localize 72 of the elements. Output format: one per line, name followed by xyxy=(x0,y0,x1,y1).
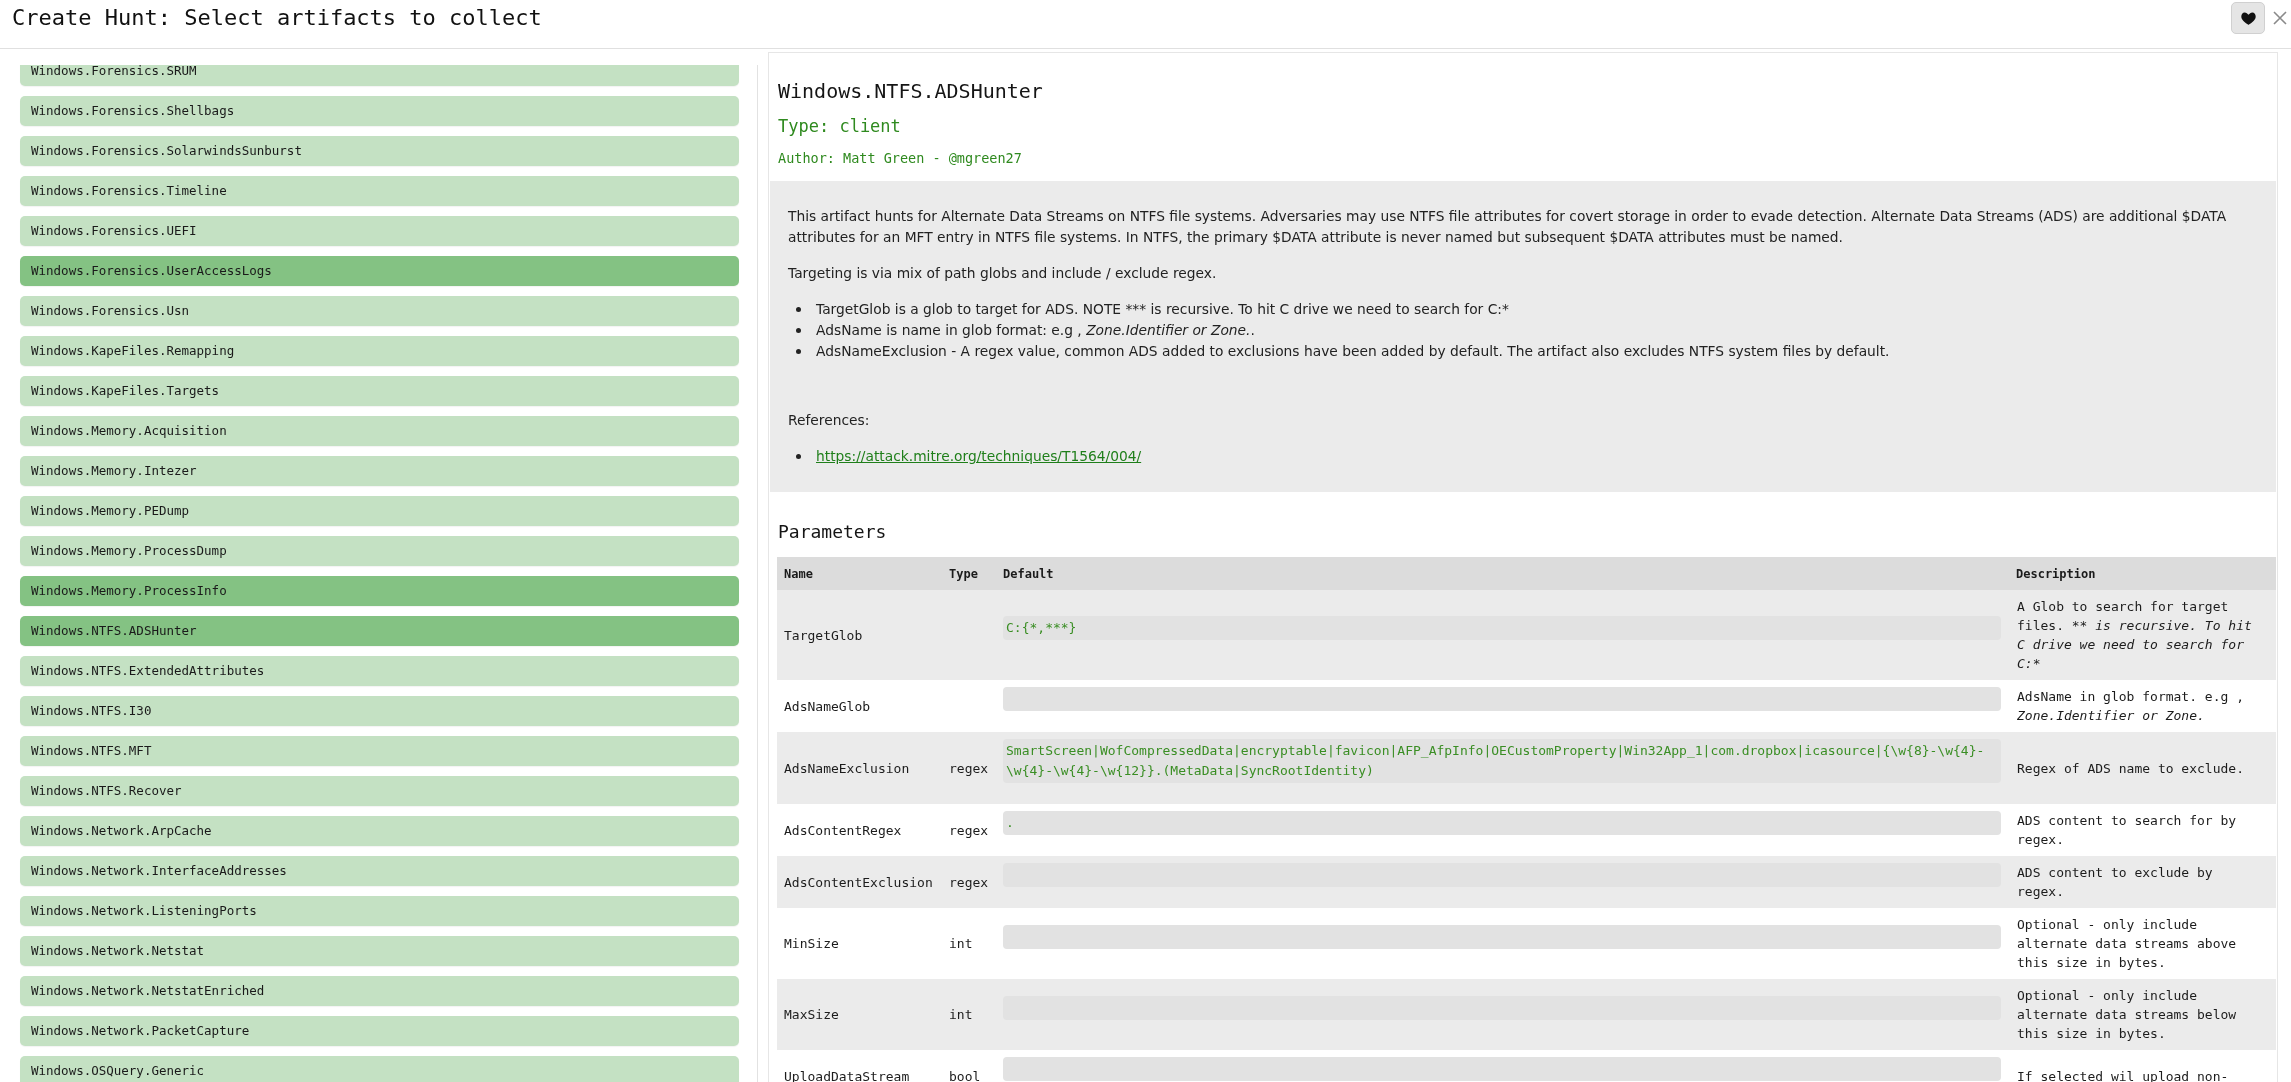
heart-icon xyxy=(2240,11,2256,25)
default-value-field[interactable] xyxy=(1003,924,2001,949)
artifact-list-item[interactable]: Windows.KapeFiles.Remapping xyxy=(20,336,739,366)
artifact-list-item[interactable]: Windows.Network.ListeningPorts xyxy=(20,896,739,926)
artifact-list-item[interactable]: Windows.NTFS.MFT xyxy=(20,736,739,766)
artifact-list-item[interactable]: Windows.Network.PacketCapture xyxy=(20,1016,739,1046)
artifact-list-item[interactable]: Windows.KapeFiles.Targets xyxy=(20,376,739,406)
artifact-list-item[interactable]: Windows.Memory.Intezer xyxy=(20,456,739,486)
parameter-description: ADS content to search for by regex. xyxy=(2016,812,2238,849)
parameter-description: Regex of ADS name to exclude. xyxy=(2016,759,2245,778)
parameter-description: ADS content to exclude by regex. xyxy=(2016,864,2214,901)
artifact-list-item[interactable]: Windows.Forensics.SRUM xyxy=(20,65,739,86)
parameter-name: MaxSize xyxy=(783,1006,840,1024)
parameter-type: bool xyxy=(948,1067,982,1082)
parameter-name: TargetGlob xyxy=(783,626,864,645)
artifact-list-item[interactable]: Windows.Forensics.Shellbags xyxy=(20,96,739,126)
reference-link[interactable]: https://attack.mitre.org/techniques/T1564/004/ xyxy=(816,446,1142,467)
artifact-author: Author: Matt Green - @mgreen27 xyxy=(778,149,1023,167)
bullet-icon xyxy=(796,349,801,354)
parameter-name: AdsNameGlob xyxy=(783,697,872,716)
bullet-text: TargetGlob is a glob to target for ADS. NOTE *** is recursive. To hit C drive we need to search for C:* xyxy=(816,300,1509,319)
artifact-list-item[interactable]: Windows.NTFS.ADSHunter xyxy=(20,616,739,646)
description-paragraph: Targeting is via mix of path globs and include / exclude regex. xyxy=(788,264,1218,283)
parameter-name: AdsContentExclusion xyxy=(783,873,934,892)
parameter-name: AdsNameExclusion xyxy=(783,759,911,778)
parameter-type: regex xyxy=(948,821,990,840)
bullet-icon xyxy=(796,328,801,333)
artifact-list-item[interactable]: Windows.Forensics.UEFI xyxy=(20,216,739,246)
artifact-list-item[interactable]: Windows.NTFS.ExtendedAttributes xyxy=(20,656,739,686)
bullet-text: AdsName is name in glob format: e.g , Zone.Identifier or Zone.. xyxy=(816,321,1255,340)
column-header: Default xyxy=(1002,566,1055,581)
artifact-list-item[interactable]: Windows.Memory.ProcessDump xyxy=(20,536,739,566)
page-title: Create Hunt: Select artifacts to collect xyxy=(12,4,542,32)
heart-button[interactable] xyxy=(2231,2,2265,34)
parameter-name: MinSize xyxy=(783,935,840,953)
default-value-field[interactable] xyxy=(1003,1057,2001,1081)
parameter-description: Optional - only include alternate data streams below this size in bytes. xyxy=(2016,987,2238,1043)
bullet-text: AdsNameExclusion - A regex value, common ADS added to exclusions have been added by default. The artifact also excludes NTFS system files by default. xyxy=(816,342,1890,361)
parameter-description: A Glob to search for target files. ** is recursive. To hit C drive we need to search for C:* xyxy=(2016,598,2253,673)
parameter-name: AdsContentRegex xyxy=(783,821,903,840)
column-header: Type xyxy=(948,566,979,581)
artifact-list-item[interactable]: Windows.OSQuery.Generic xyxy=(20,1056,739,1082)
artifact-list-item[interactable]: Windows.Network.NetstatEnriched xyxy=(20,976,739,1006)
artifact-list-item[interactable]: Windows.Network.InterfaceAddresses xyxy=(20,856,739,886)
artifact-list-item[interactable]: Windows.Forensics.UserAccessLogs xyxy=(20,256,739,286)
column-header: Name xyxy=(783,566,814,581)
description-paragraph: This artifact hunts for Alternate Data Streams on NTFS file systems. Adversaries may use NTFS file attributes for covert storage in order to evade detection. Alternate Data Streams (ADS) are additional $DATA attributes for an MFT entry in NTFS file systems. In NTFS, the primary $DATA attribute is never named but subsequent $DATA attributes must be named. xyxy=(788,207,2228,247)
parameter-type: int xyxy=(948,935,974,953)
default-value-field[interactable] xyxy=(1003,687,2001,711)
artifact-type: Type: client xyxy=(778,115,902,137)
artifact-list-item[interactable]: Windows.NTFS.I30 xyxy=(20,696,739,726)
parameter-description: Optional - only include alternate data streams above this size in bytes. xyxy=(2016,916,2238,972)
artifact-list-item[interactable]: Windows.Forensics.Usn xyxy=(20,296,739,326)
references-label: References: xyxy=(788,411,871,430)
artifact-list-item[interactable]: Windows.Network.Netstat xyxy=(20,936,739,966)
parameter-description: AdsName in glob format. e.g , Zone.Identifier or Zone. xyxy=(2016,688,2245,725)
artifact-list-item[interactable]: Windows.Network.ArpCache xyxy=(20,816,739,846)
artifact-list-item[interactable]: Windows.Memory.Acquisition xyxy=(20,416,739,446)
artifact-list-item[interactable]: Windows.Memory.PEDump xyxy=(20,496,739,526)
column-header: Description xyxy=(2015,566,2097,581)
artifact-list-item[interactable]: Windows.Memory.ProcessInfo xyxy=(20,576,739,606)
bullet-icon xyxy=(796,454,801,459)
bullet-icon xyxy=(796,307,801,312)
parameter-type: regex xyxy=(948,873,990,892)
parameters-heading: Parameters xyxy=(778,520,888,544)
parameter-type: regex xyxy=(948,759,990,778)
artifact-list-item[interactable]: Windows.Forensics.Timeline xyxy=(20,176,739,206)
close-icon xyxy=(2273,11,2287,25)
artifact-title: Windows.NTFS.ADSHunter xyxy=(778,78,1044,104)
artifact-list-item[interactable]: Windows.NTFS.Recover xyxy=(20,776,739,806)
artifact-list-item[interactable]: Windows.Forensics.SolarwindsSunburst xyxy=(20,136,739,166)
parameter-type: int xyxy=(948,1006,974,1024)
